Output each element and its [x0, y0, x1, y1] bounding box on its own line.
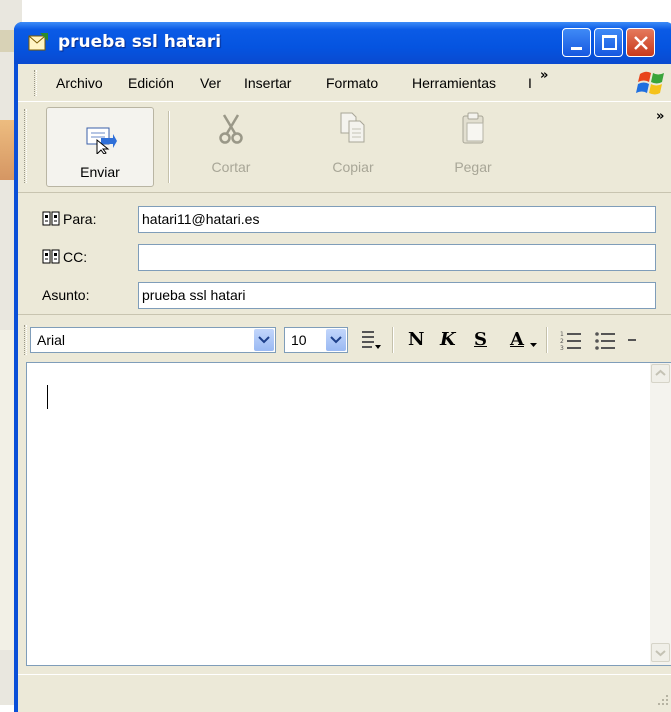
cc-row: CC:	[18, 242, 671, 274]
paste-label: Pegar	[454, 159, 492, 175]
menu-overflow-chevron[interactable]: »	[540, 68, 548, 83]
subject-label: Asunto:	[42, 287, 90, 303]
minimize-icon	[571, 47, 582, 50]
chevron-up-icon	[655, 369, 666, 376]
paste-icon	[462, 112, 484, 144]
copy-label: Copiar	[332, 159, 374, 175]
toolbar-overflow-chevron[interactable]: »	[656, 109, 664, 124]
font-size-value: 10	[291, 332, 307, 348]
cc-label: CC:	[63, 249, 88, 265]
cc-field[interactable]	[138, 244, 656, 271]
font-color-button[interactable]: A	[510, 329, 524, 350]
close-button[interactable]	[626, 28, 655, 57]
formatting-toolbar: Arial 10 N K S A 1 2 3	[18, 314, 671, 362]
compose-window: prueba ssl hatari Archivo Edición Ver In…	[14, 22, 671, 712]
font-value: Arial	[37, 332, 66, 348]
scroll-down-button[interactable]	[651, 643, 670, 662]
bulleted-list-icon[interactable]	[594, 329, 616, 351]
paste-button[interactable]: Pegar	[428, 103, 518, 185]
numbered-list-icon[interactable]: 1 2 3	[560, 329, 582, 351]
copy-button[interactable]: Copiar	[308, 103, 398, 185]
status-bar	[18, 674, 671, 712]
maximize-icon	[602, 35, 617, 50]
window-title: prueba ssl hatari	[58, 32, 222, 52]
subject-row: Asunto: prueba ssl hatari	[18, 280, 671, 312]
scissors-icon	[219, 114, 243, 144]
toolbar-grip[interactable]	[24, 109, 27, 183]
font-color-dropdown-icon[interactable]	[530, 343, 537, 348]
toolbar-more-icon[interactable]	[624, 329, 638, 351]
paragraph-style-icon[interactable]	[360, 329, 382, 351]
menu-insertar[interactable]: Insertar	[244, 75, 291, 91]
to-field[interactable]: hatari11@hatari.es	[138, 206, 656, 233]
send-button[interactable]: Enviar	[46, 107, 154, 187]
menu-formato[interactable]: Formato	[326, 75, 378, 91]
text-caret	[47, 385, 48, 409]
font-select[interactable]: Arial	[30, 327, 276, 353]
chevron-down-icon	[330, 336, 342, 344]
scroll-up-button[interactable]	[651, 364, 670, 383]
menu-truncated[interactable]: I	[528, 75, 532, 91]
chevron-down-icon	[655, 650, 666, 657]
format-separator	[392, 327, 394, 353]
menu-edicion[interactable]: Edición	[128, 75, 174, 91]
chevron-down-icon	[258, 336, 270, 344]
font-dropdown-button[interactable]	[254, 329, 274, 351]
font-size-select[interactable]: 10	[284, 327, 348, 353]
message-body[interactable]	[26, 362, 671, 666]
vertical-scrollbar[interactable]	[650, 363, 671, 665]
subject-field[interactable]: prueba ssl hatari	[138, 282, 656, 309]
window-client: Archivo Edición Ver Insertar Formato Her…	[18, 64, 671, 712]
send-label: Enviar	[80, 164, 120, 180]
menu-bar: Archivo Edición Ver Insertar Formato Her…	[18, 64, 671, 102]
toolbar-separator	[168, 111, 170, 183]
to-row: Para: hatari11@hatari.es	[18, 204, 671, 236]
minimize-button[interactable]	[562, 28, 591, 57]
underline-button[interactable]: S	[474, 329, 487, 350]
menu-archivo[interactable]: Archivo	[56, 75, 103, 91]
menu-grip[interactable]	[34, 70, 37, 96]
cut-label: Cortar	[211, 159, 251, 175]
cut-button[interactable]: Cortar	[186, 103, 276, 185]
format-separator	[546, 327, 548, 353]
windows-logo-icon	[636, 71, 664, 95]
italic-button[interactable]: K	[440, 329, 456, 350]
to-label-group[interactable]: Para:	[42, 211, 96, 227]
format-grip[interactable]	[24, 325, 27, 355]
svg-text:1: 1	[560, 331, 564, 338]
copy-icon	[340, 112, 365, 143]
svg-text:3: 3	[560, 345, 564, 351]
address-book-icon	[42, 211, 60, 226]
close-icon	[634, 36, 648, 50]
to-label: Para:	[63, 211, 97, 227]
svg-text:2: 2	[560, 338, 564, 345]
title-bar[interactable]: prueba ssl hatari	[14, 22, 671, 64]
standard-toolbar: Enviar Cortar Copiar Pegar »	[18, 103, 671, 193]
cc-label-group[interactable]: CC:	[42, 249, 87, 265]
maximize-button[interactable]	[594, 28, 623, 57]
menu-herramientas[interactable]: Herramientas	[412, 75, 496, 91]
bold-button[interactable]: N	[408, 329, 424, 350]
menu-ver[interactable]: Ver	[200, 75, 221, 91]
send-mail-icon	[86, 127, 117, 154]
size-dropdown-button[interactable]	[326, 329, 346, 351]
address-book-icon	[42, 249, 60, 264]
compose-mail-icon	[28, 33, 48, 51]
